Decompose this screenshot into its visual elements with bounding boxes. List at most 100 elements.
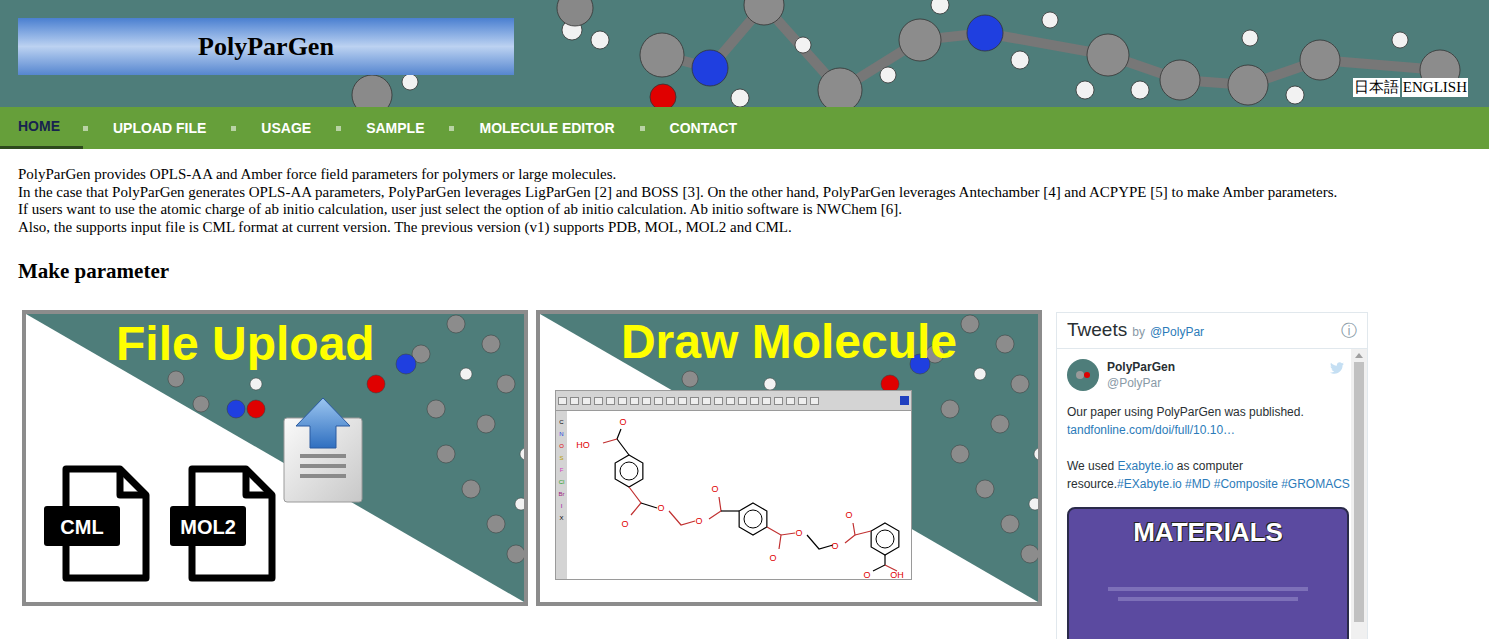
svg-text:O: O [619, 417, 626, 427]
tweet-link[interactable]: #EXabyte.io [1117, 477, 1182, 491]
card-title: File Upload [26, 314, 524, 372]
language-button[interactable]: 日本語 [1353, 78, 1400, 97]
svg-text:O: O [621, 519, 628, 529]
element-button[interactable]: F [560, 465, 564, 475]
nav-item[interactable]: HOME [0, 107, 83, 149]
tweet-link[interactable]: tandfonline.com/doi/full/10.10… [1067, 423, 1235, 437]
tweet-link[interactable]: Exabyte.io [1117, 459, 1173, 473]
tweet-handle[interactable]: @PolyPar [1107, 375, 1321, 391]
toolbar-button-icon[interactable] [654, 397, 663, 405]
toolbar-button-icon[interactable] [666, 397, 675, 405]
upload-icon [282, 396, 364, 504]
toolbar-button-icon[interactable] [738, 397, 747, 405]
upload-card[interactable]: File Upload CML MOL2 [22, 310, 528, 606]
element-palette: CNOSF Cl Br IX [556, 411, 567, 579]
tweet-link[interactable]: #Composite [1214, 477, 1278, 491]
tweets-widget: Tweetsby@PolyParⓘPolyParGen@PolyParOur p… [1056, 312, 1368, 639]
main-nav: HOMEUPLOAD FILEUSAGESAMPLEMOLECULE EDITO… [0, 107, 1489, 149]
tweet-body: Our paper using PolyParGen was published… [1067, 403, 1355, 493]
nav-separator [336, 126, 341, 131]
scrollbar[interactable] [1351, 349, 1367, 639]
info-button-icon[interactable] [900, 396, 909, 405]
toolbar-button-icon[interactable] [630, 397, 639, 405]
toolbar-button-icon[interactable] [618, 397, 627, 405]
element-button[interactable]: N [559, 429, 563, 439]
language-button[interactable]: ENGLISH [1402, 78, 1468, 97]
toolbar-button-icon[interactable] [642, 397, 651, 405]
toolbar-button-icon[interactable] [714, 397, 723, 405]
avatar-icon[interactable] [1067, 359, 1099, 391]
svg-text:O: O [863, 570, 870, 580]
editor-toolbar [556, 391, 911, 411]
element-button[interactable]: C [559, 417, 563, 427]
molecule-editor[interactable]: CNOSFClBrIXOHOOOOOOOOOOOH [555, 390, 912, 580]
svg-text:HO: HO [576, 440, 590, 450]
tweet-text: We used [1067, 459, 1117, 473]
toolbar-button-icon[interactable] [582, 397, 591, 405]
nav-separator [640, 126, 645, 131]
toolbar-button-icon[interactable] [702, 397, 711, 405]
element-button[interactable]: S [559, 453, 563, 463]
toolbar-button-icon[interactable] [570, 397, 579, 405]
toolbar-button-icon[interactable] [558, 397, 567, 405]
nav-item[interactable]: CONTACT [645, 107, 762, 149]
toolbar-button-icon[interactable] [810, 397, 819, 405]
tweet-media[interactable]: MATERIALS [1067, 507, 1349, 639]
nav-separator [231, 126, 236, 131]
element-button[interactable]: Br [559, 489, 565, 499]
svg-text:O: O [711, 484, 718, 494]
toolbar-button-icon[interactable] [726, 397, 735, 405]
twitter-bird-icon[interactable] [1329, 361, 1345, 375]
svg-text:O: O [845, 510, 852, 520]
element-button[interactable]: O [559, 441, 564, 451]
nav-item[interactable]: USAGE [236, 107, 336, 149]
intro-text: PolyParGen provides OPLS-AA and Amber fo… [18, 149, 1489, 236]
element-button[interactable]: I [561, 501, 563, 511]
toolbar-button-icon[interactable] [786, 397, 795, 405]
toolbar-button-icon[interactable] [774, 397, 783, 405]
scroll-thumb[interactable] [1354, 362, 1364, 622]
element-button[interactable]: X [559, 513, 563, 523]
nav-item[interactable]: UPLOAD FILE [88, 107, 231, 149]
svg-text:MOL2: MOL2 [180, 516, 236, 538]
language-switcher: 日本語ENGLISH [1353, 78, 1468, 97]
svg-text:CML: CML [60, 516, 103, 538]
molecule-drawing: OHOOOOOOOOOOOH [567, 411, 911, 581]
nav-item[interactable]: MOLECULE EDITOR [454, 107, 639, 149]
draw-card[interactable]: Draw MoleculeCNOSFClBrIXOHOOOOOOOOOOOH [536, 310, 1042, 606]
widget-handle[interactable]: @PolyPar [1150, 323, 1204, 341]
nav-item[interactable]: SAMPLE [341, 107, 449, 149]
tweet-text [1278, 477, 1281, 491]
svg-text:O: O [769, 553, 776, 563]
svg-text:O: O [831, 541, 838, 551]
tweet-text: Our paper using PolyParGen was published… [1067, 405, 1304, 419]
section-heading: Make parameter [18, 258, 1489, 284]
site-header: PolyParGen 日本語ENGLISH [0, 0, 1489, 107]
file-icon: MOL2 [166, 464, 278, 584]
svg-text:O: O [695, 516, 702, 526]
svg-text:OH: OH [890, 570, 904, 580]
info-icon[interactable]: ⓘ [1341, 319, 1357, 343]
tweet-text [1210, 477, 1213, 491]
tweet-text [1182, 477, 1185, 491]
toolbar-button-icon[interactable] [762, 397, 771, 405]
toolbar-button-icon[interactable] [606, 397, 615, 405]
tweet-author[interactable]: PolyParGen [1107, 359, 1321, 375]
toolbar-button-icon[interactable] [690, 397, 699, 405]
file-icon: CML [40, 464, 152, 584]
toolbar-button-icon[interactable] [678, 397, 687, 405]
toolbar-button-icon[interactable] [594, 397, 603, 405]
site-title: PolyParGen [18, 18, 514, 75]
nav-separator [449, 126, 454, 131]
card-title: Draw Molecule [540, 314, 1038, 370]
tweet-link[interactable]: #MD [1185, 477, 1210, 491]
nav-separator [83, 126, 88, 131]
widget-title: Tweets [1067, 316, 1127, 345]
tweet-link[interactable]: #GROMACS [1281, 477, 1350, 491]
element-button[interactable]: Cl [559, 477, 565, 487]
svg-text:O: O [657, 503, 664, 513]
scroll-up-icon[interactable] [1355, 353, 1363, 358]
toolbar-button-icon[interactable] [750, 397, 759, 405]
toolbar-button-icon[interactable] [798, 397, 807, 405]
page: PolyParGen 日本語ENGLISH HOMEUPLOAD FILEUSAGE… [0, 0, 1489, 639]
